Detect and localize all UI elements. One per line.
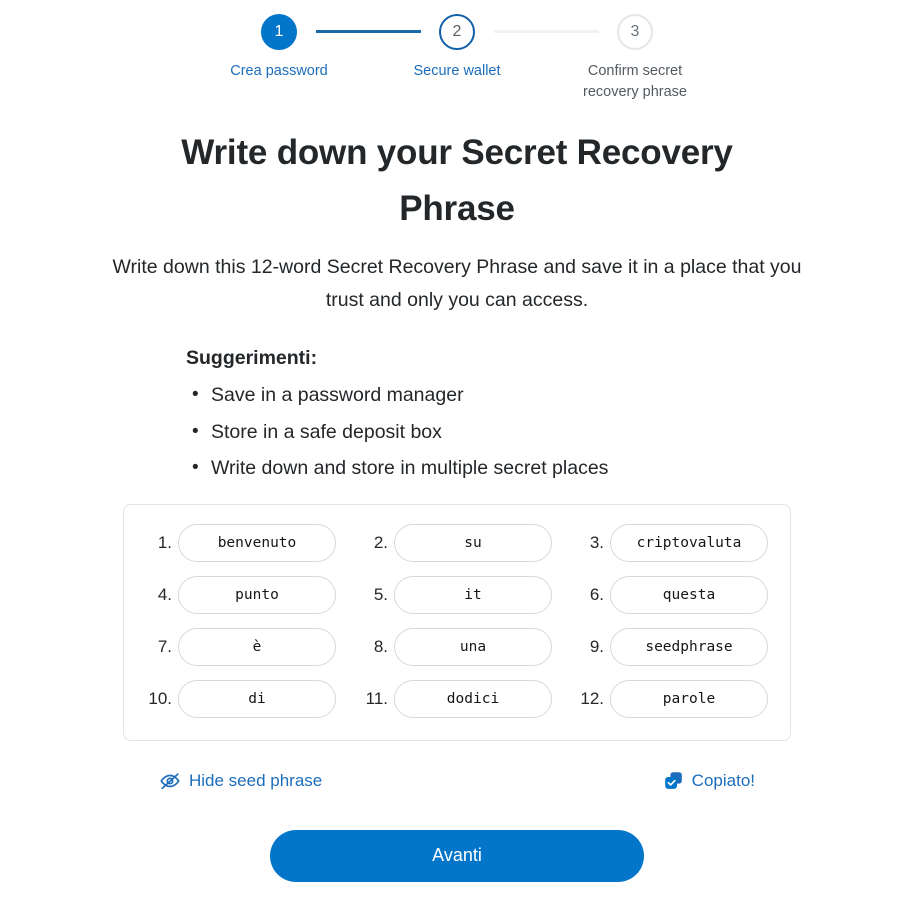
- seed-word-index: 8.: [373, 636, 388, 656]
- tip-item: Store in a safe deposit box: [186, 414, 746, 451]
- step-2-label: Secure wallet: [413, 63, 501, 79]
- seed-word-cell: 1. benvenuto: [146, 523, 336, 562]
- seed-word-cell: 11. dodici: [362, 679, 552, 718]
- seed-word-pill[interactable]: benvenuto: [178, 523, 336, 562]
- step-3-number: 3: [630, 23, 640, 40]
- step-1-number: 1: [274, 23, 284, 40]
- seed-phrase-box: 1. benvenuto 2. su 3. criptovaluta 4. pu…: [123, 503, 791, 741]
- seed-word-pill[interactable]: punto: [178, 575, 336, 614]
- seed-word-cell: 12. parole: [578, 679, 768, 718]
- seed-word-pill[interactable]: su: [394, 523, 552, 562]
- step-2-secure-wallet[interactable]: 2 Secure wallet: [387, 14, 528, 82]
- seed-word-index: 2.: [373, 532, 388, 552]
- tip-item: Save in a password manager: [186, 377, 746, 414]
- seed-word-cell: 3. criptovaluta: [578, 523, 768, 562]
- seed-word-cell: 4. punto: [146, 575, 336, 614]
- seed-word-index: 7.: [157, 636, 172, 656]
- hide-seed-phrase-button[interactable]: Hide seed phrase: [157, 768, 324, 794]
- step-2-number: 2: [452, 23, 462, 40]
- tips-list: Save in a password manager Store in a sa…: [186, 377, 746, 487]
- stepper-connector-2-3: [493, 30, 599, 33]
- seed-word-index: 5.: [373, 584, 388, 604]
- seed-word-pill[interactable]: it: [394, 575, 552, 614]
- eye-slash-icon: [159, 770, 181, 792]
- copy-seed-phrase-button[interactable]: Copiato!: [661, 768, 757, 793]
- seed-word-pill[interactable]: una: [394, 627, 552, 666]
- seed-word-pill[interactable]: dodici: [394, 679, 552, 718]
- seed-word-index: 4.: [157, 584, 172, 604]
- seed-word-index: 12.: [580, 688, 604, 708]
- seed-word-index: 9.: [589, 636, 604, 656]
- onboarding-stepper: 1 Crea password 2 Secure wallet 3 Confir…: [0, 0, 914, 103]
- seed-word-index: 10.: [148, 688, 172, 708]
- next-button[interactable]: Avanti: [270, 829, 644, 882]
- seed-word-pill[interactable]: è: [178, 627, 336, 666]
- tips-title: Suggerimenti:: [186, 347, 318, 369]
- page-subtitle: Write down this 12-word Secret Recovery …: [112, 256, 802, 311]
- seed-word-index: 1.: [157, 532, 172, 552]
- seed-word-cell: 5. it: [362, 575, 552, 614]
- step-3-label: Confirm secret recovery phrase: [583, 63, 687, 100]
- seed-word-cell: 7. è: [146, 627, 336, 666]
- copy-check-icon: [663, 770, 684, 791]
- seed-word-index: 11.: [365, 688, 388, 708]
- seed-word-index: 3.: [589, 532, 604, 552]
- seed-word-cell: 9. seedphrase: [578, 627, 768, 666]
- seed-word-pill[interactable]: criptovaluta: [610, 523, 768, 562]
- tips-section: Suggerimenti: Save in a password manager…: [186, 345, 746, 487]
- tip-item: Write down and store in multiple secret …: [186, 450, 746, 487]
- seed-word-cell: 2. su: [362, 523, 552, 562]
- seed-word-index: 6.: [589, 584, 604, 604]
- seed-word-cell: 10. di: [146, 679, 336, 718]
- seed-word-pill[interactable]: di: [178, 679, 336, 718]
- step-3-circle: 3: [617, 14, 653, 50]
- stepper-connector-1-2: [315, 30, 421, 33]
- step-1-crea-password[interactable]: 1 Crea password: [209, 14, 350, 82]
- copy-seed-phrase-label: Copiato!: [691, 770, 755, 790]
- onboarding-page: 1 Crea password 2 Secure wallet 3 Confir…: [0, 0, 914, 914]
- seed-word-pill[interactable]: parole: [610, 679, 768, 718]
- page-title: Write down your Secret Recovery Phrase: [181, 133, 733, 228]
- step-1-label: Crea password: [230, 63, 328, 79]
- seed-word-pill[interactable]: seedphrase: [610, 627, 768, 666]
- seed-word-cell: 6. questa: [578, 575, 768, 614]
- hide-seed-phrase-label: Hide seed phrase: [189, 770, 323, 790]
- step-1-circle: 1: [261, 14, 297, 50]
- seed-word-pill[interactable]: questa: [610, 575, 768, 614]
- seed-phrase-grid: 1. benvenuto 2. su 3. criptovaluta 4. pu…: [146, 523, 768, 718]
- step-2-circle: 2: [439, 14, 475, 50]
- seed-word-cell: 8. una: [362, 627, 552, 666]
- step-3-confirm-phrase[interactable]: 3 Confirm secret recovery phrase: [565, 14, 706, 103]
- seed-actions-row: Hide seed phrase Copiato!: [123, 768, 791, 794]
